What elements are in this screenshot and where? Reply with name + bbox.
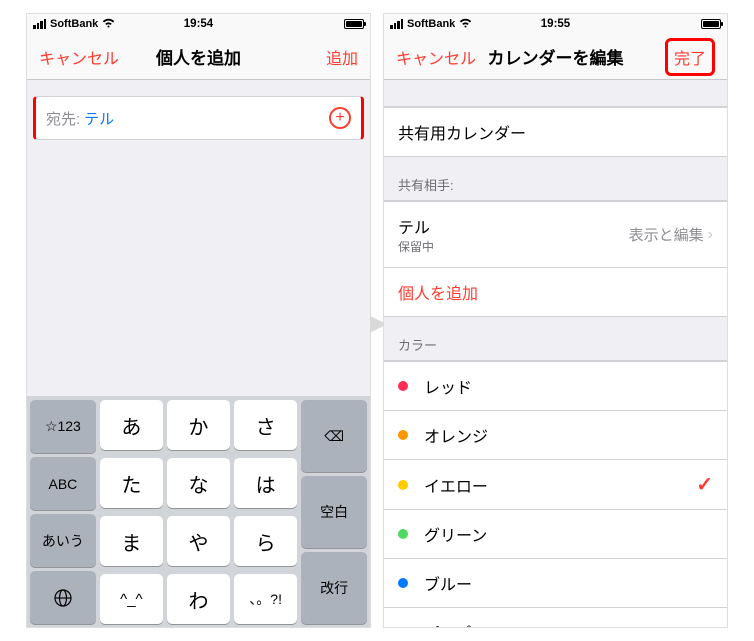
color-dot-icon (398, 381, 408, 391)
color-label: グリーン (424, 522, 713, 546)
key-ma[interactable]: ま (100, 516, 163, 566)
content-area: 共有用カレンダー 共有相手: テル 保留中 表示と編集 › 個人を追加 カラー … (384, 80, 727, 627)
battery-icon (344, 19, 364, 29)
phone-right: SoftBank 19:55 キャンセル カレンダーを編集 完了 共有用カレンダ… (383, 13, 728, 628)
color-dot-icon (398, 430, 408, 440)
share-section-header: 共有相手: (384, 157, 727, 200)
key-backspace[interactable]: ⌫ (301, 400, 367, 472)
chevron-right-icon: › (708, 226, 713, 244)
phone-left: SoftBank 19:54 キャンセル 個人を追加 追加 宛先: テル + ☆… (26, 13, 371, 628)
share-entry[interactable]: テル 保留中 表示と編集 › (384, 201, 727, 268)
status-time: 19:54 (27, 18, 370, 30)
recipient-label: 宛先: (46, 108, 80, 129)
color-dot-icon (398, 578, 408, 588)
calendar-name-cell[interactable]: 共有用カレンダー (384, 107, 727, 157)
color-label: ブルー (424, 571, 713, 595)
add-person-cell[interactable]: 個人を追加 (384, 268, 727, 317)
key-na[interactable]: な (167, 458, 230, 508)
cancel-button[interactable]: キャンセル (396, 45, 476, 69)
keyboard: ☆123 ABC あいう あ か さ た な は ま (27, 396, 370, 627)
share-status: 保留中 (398, 238, 629, 255)
key-wa[interactable]: わ (167, 574, 230, 624)
key-sa[interactable]: さ (234, 400, 297, 450)
color-label: レッド (424, 374, 713, 398)
key-a[interactable]: あ (100, 400, 163, 450)
add-button[interactable]: 追加 (288, 45, 358, 69)
key-punct[interactable]: 、。?! (234, 574, 297, 624)
key-globe[interactable] (30, 571, 96, 624)
color-label: オレンジ (424, 423, 713, 447)
status-bar: SoftBank 19:55 (384, 14, 727, 34)
color-option[interactable]: イエロー✓ (384, 460, 727, 510)
color-option[interactable]: オレンジ (384, 411, 727, 460)
color-label: パープル (424, 620, 713, 627)
checkmark-icon: ✓ (696, 472, 713, 497)
key-ha[interactable]: は (234, 458, 297, 508)
share-name: テル (398, 214, 629, 238)
nav-bar: キャンセル カレンダーを編集 完了 (384, 34, 727, 80)
status-bar: SoftBank 19:54 (27, 14, 370, 34)
key-space[interactable]: 空白 (301, 476, 367, 548)
color-dot-icon (398, 480, 408, 490)
add-contact-icon[interactable]: + (329, 107, 351, 129)
key-ya[interactable]: や (167, 516, 230, 566)
battery-icon (701, 19, 721, 29)
color-option[interactable]: ブルー (384, 559, 727, 608)
share-permission: 表示と編集 (629, 224, 704, 245)
recipient-value: テル (84, 108, 329, 129)
key-abc[interactable]: ABC (30, 457, 96, 510)
key-ta[interactable]: た (100, 458, 163, 508)
status-time: 19:55 (384, 18, 727, 30)
key-ra[interactable]: ら (234, 516, 297, 566)
key-ka[interactable]: か (167, 400, 230, 450)
color-list: レッドオレンジイエロー✓ グリーンブルーパープル (384, 360, 727, 627)
nav-bar: キャンセル 個人を追加 追加 (27, 34, 370, 80)
key-emoji[interactable]: ^_^ (100, 574, 163, 624)
key-aiu[interactable]: あいう (30, 514, 96, 567)
color-section-header: カラー (384, 317, 727, 360)
calendar-name: 共有用カレンダー (398, 120, 526, 144)
key-sym[interactable]: ☆123 (30, 400, 96, 453)
cancel-button[interactable]: キャンセル (39, 45, 119, 69)
color-dot-icon (398, 529, 408, 539)
color-label: イエロー (424, 473, 696, 497)
color-option[interactable]: レッド (384, 361, 727, 411)
recipient-field[interactable]: 宛先: テル + (33, 96, 364, 140)
color-option[interactable]: パープル (384, 608, 727, 627)
color-option[interactable]: グリーン (384, 510, 727, 559)
key-return[interactable]: 改行 (301, 552, 367, 624)
done-button[interactable]: 完了 (645, 38, 715, 76)
content-area (27, 140, 370, 396)
